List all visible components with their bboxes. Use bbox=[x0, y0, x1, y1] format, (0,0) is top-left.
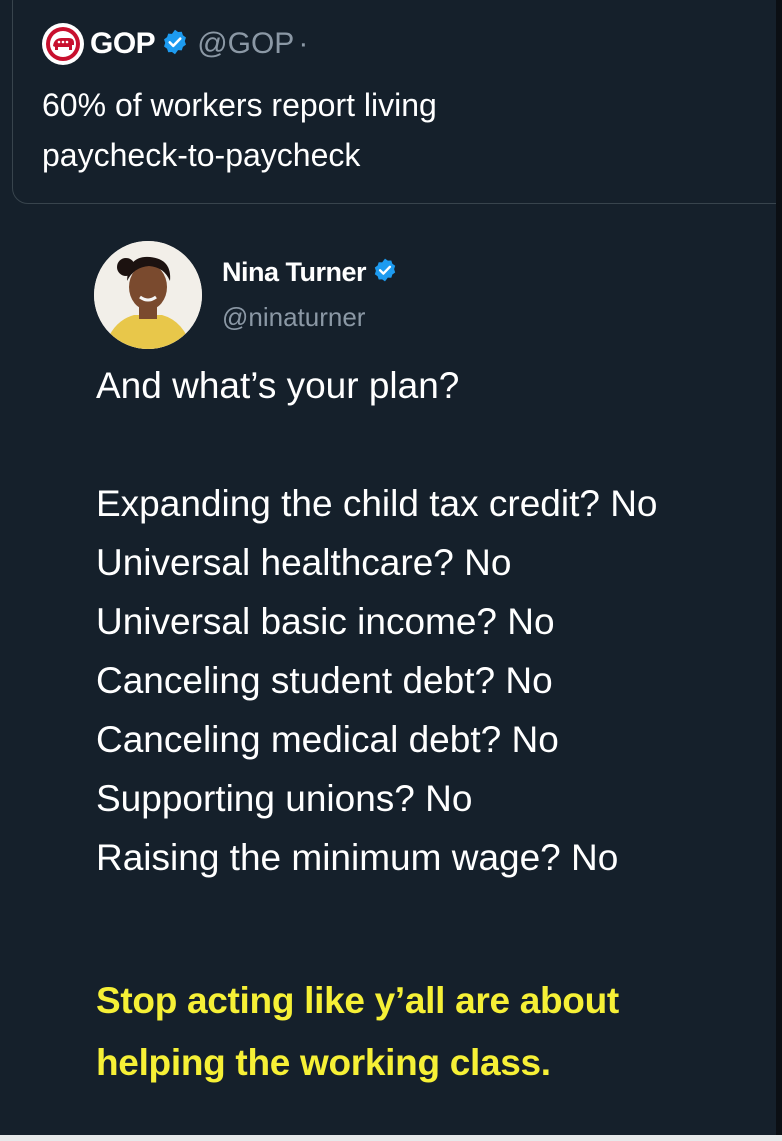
author-name[interactable]: Nina Turner bbox=[222, 257, 367, 288]
bottom-edge-bar bbox=[0, 1135, 782, 1141]
list-item: Canceling student debt? No bbox=[96, 660, 553, 701]
author-handle[interactable]: @ninaturner bbox=[222, 302, 398, 333]
list-item: Universal basic income? No bbox=[96, 601, 555, 642]
gop-elephant-logo-icon[interactable] bbox=[42, 23, 84, 65]
quoted-tweet-header: GOP @GOP · bbox=[42, 22, 308, 66]
list-item: Expanding the child tax credit? No bbox=[96, 483, 658, 524]
list-item: Raising the minimum wage? No bbox=[96, 837, 619, 878]
verified-badge-icon bbox=[372, 257, 398, 288]
quoted-tweet-text: 60% of workers report living paycheck-to… bbox=[42, 87, 437, 173]
quoted-author-name[interactable]: GOP bbox=[90, 27, 156, 61]
avatar[interactable] bbox=[94, 241, 202, 349]
tweet-body: And what’s your plan? Expanding the chil… bbox=[96, 356, 782, 887]
tweet-closing-statement: Stop acting like y’all are about helping… bbox=[96, 980, 619, 1083]
tweet-question: And what’s your plan? bbox=[96, 365, 460, 406]
tweet-author: Nina Turner @ninaturner bbox=[222, 252, 398, 333]
list-item: Supporting unions? No bbox=[96, 778, 473, 819]
quoted-author-handle[interactable]: @GOP bbox=[197, 27, 294, 61]
verified-badge-icon bbox=[161, 28, 189, 61]
header-separator: · bbox=[298, 27, 309, 60]
list-item: Canceling medical debt? No bbox=[96, 719, 559, 760]
list-item: Universal healthcare? No bbox=[96, 542, 512, 583]
right-edge-border bbox=[776, 0, 782, 1141]
